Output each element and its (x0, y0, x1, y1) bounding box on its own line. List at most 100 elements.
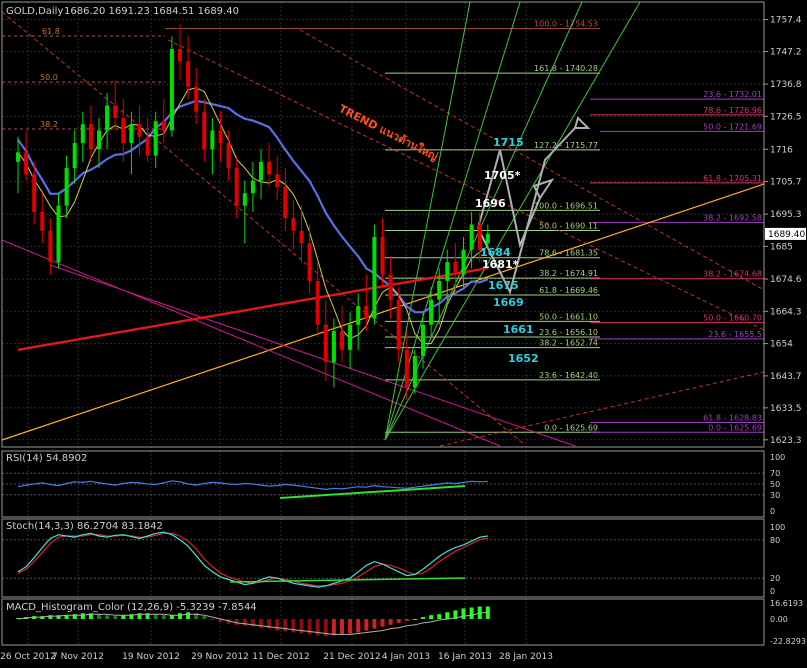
fib-level-label: 23.6 - 1655.5 (708, 330, 762, 339)
candle-body (24, 152, 29, 175)
macd-histogram-bar (178, 613, 182, 620)
candle-body (404, 349, 409, 388)
macd-histogram-bar (299, 619, 304, 634)
candle-body (97, 130, 101, 150)
candle-body (372, 237, 377, 319)
candle-body (461, 249, 466, 275)
chart-window: 100.0 - 1754.53 161.8 - 1740.28 23.6 - 173… (0, 0, 807, 664)
target-label: 1715 (493, 136, 524, 149)
candle-body (364, 305, 369, 319)
candle-body (331, 331, 336, 363)
candle-body (186, 61, 191, 87)
candle-body (445, 262, 450, 281)
target-label: 1675 (488, 279, 519, 292)
candle-body (380, 237, 385, 275)
candle-body (32, 174, 37, 212)
candle-body (72, 143, 77, 169)
macd-histogram-bar (348, 619, 353, 634)
macd-histogram-bar (461, 608, 466, 620)
macd-histogram-bar (469, 607, 474, 620)
ohlc-readout: 1686.20 1691.23 1684.51 1689.40 (64, 6, 239, 17)
candle-body (259, 161, 263, 181)
macd-histogram-bar (275, 619, 280, 631)
fib-level-label: 61.8 - 1705.31 (703, 174, 762, 183)
candle-body (412, 356, 417, 388)
macd-histogram-bar (97, 614, 101, 620)
macd-histogram-bar (283, 619, 288, 632)
y-tick-label: 1757.4 (770, 16, 802, 26)
candle-body (145, 136, 150, 156)
x-tick-label: 29 Nov 2012 (191, 652, 249, 662)
macd-tick-label: -22.8293 (770, 637, 806, 646)
macd-histogram-bar (380, 619, 385, 627)
macd-histogram-bar (331, 619, 336, 636)
candle-body (323, 324, 328, 363)
candle-body (40, 211, 45, 231)
fib-level-label: 100.0 - 1754.53 (534, 20, 598, 29)
y-tick-label: 1726.5 (770, 112, 802, 122)
stoch-tick-label: 20 (770, 574, 780, 583)
target-label: 1705* (484, 169, 521, 182)
stoch-tick-label: 0 (770, 587, 775, 596)
macd-tick-label: 0.00 (770, 615, 788, 624)
candle-body (477, 224, 482, 250)
macd-histogram-bar (388, 619, 393, 625)
candle-body (202, 111, 207, 150)
candle-body (388, 274, 393, 300)
fib-level-label: 78.6 - 1726.96 (703, 106, 762, 115)
macd-histogram-bar (437, 614, 442, 620)
stoch-tick-label: 100 (770, 523, 785, 532)
y-tick-label: 1747.2 (770, 48, 802, 58)
candle-body (250, 180, 255, 194)
fib-left-label: 50.0 (40, 73, 58, 82)
fib-left-label: 38.2 (40, 120, 58, 129)
y-tick-label: 1643.7 (770, 372, 802, 382)
y-tick-label: 1685 (770, 242, 793, 252)
fib-left-label: 61.8 (42, 27, 60, 36)
x-tick-label: 21 Dec 2012 (323, 652, 381, 662)
candle-body (56, 205, 61, 263)
target-label: 1652 (508, 352, 539, 365)
macd-histogram-bar (105, 615, 110, 620)
fib-level-label: 38.2 - 1652.74 (539, 339, 598, 348)
x-tick-label: 4 Jan 2013 (382, 652, 430, 662)
candle-body (64, 168, 69, 206)
fib-level-label: 23.6 - 1642.40 (539, 371, 598, 380)
candle-body (453, 262, 458, 275)
rsi-tick-label: 50 (770, 480, 780, 489)
fib-level-label: 50.0 - 1690.11 (539, 221, 598, 230)
x-tick-label: 7 Nov 2012 (52, 652, 104, 662)
macd-histogram-bar (412, 619, 417, 621)
candle-body (137, 124, 142, 137)
macd-histogram-bar (161, 615, 166, 620)
candle-body (275, 174, 280, 187)
macd-histogram-bar (291, 619, 296, 633)
rsi-tick-label: 0 (770, 507, 775, 516)
macd-histogram-bar (429, 615, 434, 620)
candle-body (307, 243, 312, 281)
candle-body (194, 86, 199, 112)
candle-body (356, 305, 361, 325)
y-tick-label: 1674.6 (770, 275, 802, 285)
macd-tick-label: 16.6193 (770, 599, 803, 608)
fib-level-label: 38.2 - 1674.91 (539, 269, 598, 278)
fib-level-label: 23.6 - 1732.01 (703, 90, 762, 99)
fib-level-label: 38.2 - 1674.68 (703, 270, 762, 279)
macd-histogram-bar (445, 612, 450, 620)
fib-level-label: 61.8 - 1669.46 (539, 286, 598, 295)
candle-body (485, 233, 490, 244)
fib-level-label: 50.0 - 1721.69 (703, 122, 762, 131)
macd-histogram-bar (404, 619, 409, 621)
fib-level-label: 61.8 - 1628.83 (703, 414, 762, 423)
macd-histogram-bar (356, 619, 361, 633)
x-tick-label: 19 Nov 2012 (122, 652, 180, 662)
macd-histogram-bar (169, 615, 174, 620)
candle-body (48, 230, 53, 263)
macd-histogram-bar (80, 613, 85, 620)
y-tick-label: 1705.7 (770, 178, 802, 188)
fib-level-label: 127.2 - 1715.77 (534, 141, 598, 150)
macd-histogram-bar (396, 619, 401, 623)
macd-histogram-bar (421, 617, 425, 620)
x-tick-label: 11 Dec 2012 (252, 652, 310, 662)
target-label: 1661 (503, 323, 534, 336)
